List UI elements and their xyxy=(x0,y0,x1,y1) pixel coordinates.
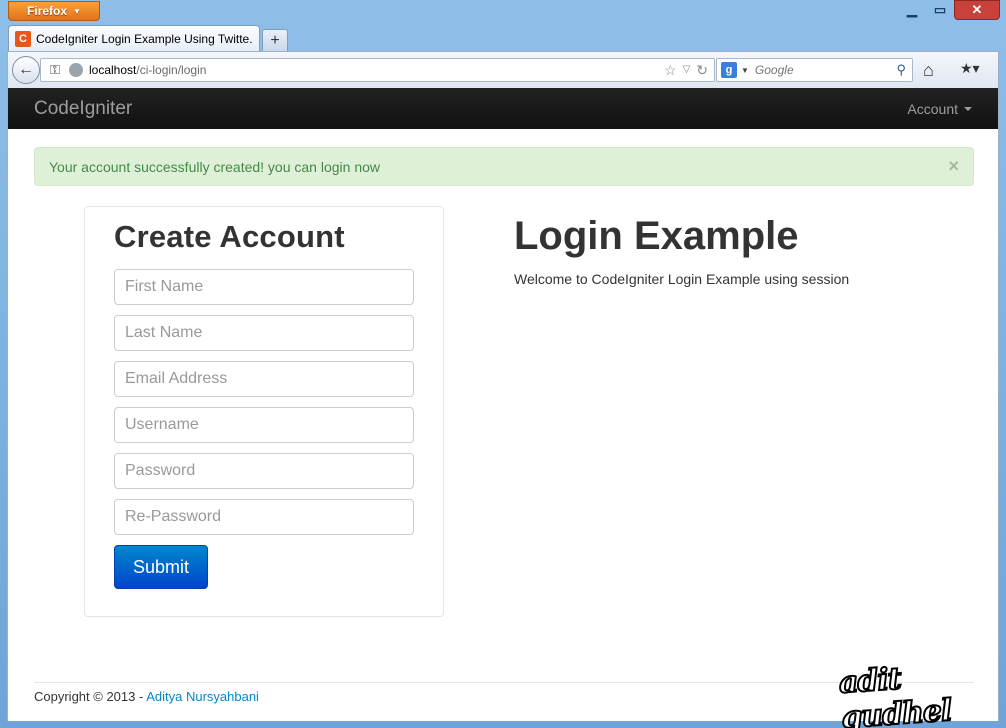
bookmarks-icon[interactable]: ★▾ xyxy=(960,60,980,77)
key-icon: ⚿ xyxy=(50,62,60,77)
firefox-menu-button[interactable]: Firefox ▼ xyxy=(8,1,100,21)
copyright-text: Copyright © 2013 - xyxy=(34,689,147,704)
search-input[interactable]: Google xyxy=(755,63,897,77)
author-link[interactable]: Aditya Nursyahbani xyxy=(146,689,259,704)
site-brand[interactable]: CodeIgniter xyxy=(34,98,132,120)
account-menu-label: Account xyxy=(907,100,958,117)
dropdown-arrow-icon[interactable]: ▽ xyxy=(683,62,691,79)
tab-title: CodeIgniter Login Example Using Twitte..… xyxy=(36,31,253,46)
url-bar[interactable]: ⚿ localhost /ci-login/login ☆ ▽ ↻ xyxy=(40,58,715,82)
intro-section: Login Example Welcome to CodeIgniter Log… xyxy=(514,214,849,287)
url-bar-actions: ☆ ▽ ↻ xyxy=(664,62,708,79)
account-menu[interactable]: Account xyxy=(907,101,972,117)
new-tab-button[interactable]: + xyxy=(262,29,288,51)
caret-down-icon xyxy=(964,106,972,111)
chevron-down-icon[interactable]: ▼ xyxy=(741,66,749,75)
window-controls: ▁ ▭ ✕ xyxy=(898,0,1000,20)
title-bar: Firefox ▼ ▁ ▭ ✕ xyxy=(0,0,1006,24)
minimize-icon[interactable]: ▁ xyxy=(898,0,926,20)
browser-toolbar: ← ⚿ localhost /ci-login/login ☆ ▽ ↻ g ▼ … xyxy=(7,51,999,88)
alert-message: Your account successfully created! you c… xyxy=(49,158,381,175)
page-viewport: CodeIgniter Account Your account success… xyxy=(7,88,999,721)
tab-active[interactable]: C CodeIgniter Login Example Using Twitte… xyxy=(8,25,260,51)
globe-icon xyxy=(69,63,83,77)
last-name-field[interactable]: Last Name xyxy=(114,315,414,351)
search-icon[interactable]: ⚲ xyxy=(896,62,906,78)
star-icon[interactable]: ☆ xyxy=(664,62,677,79)
close-icon[interactable]: × xyxy=(948,156,959,177)
re-password-field[interactable]: Re-Password xyxy=(114,499,414,535)
google-icon[interactable]: g xyxy=(721,62,737,78)
close-icon[interactable]: ✕ xyxy=(954,0,1000,20)
codeigniter-favicon-icon: C xyxy=(15,30,31,47)
search-bar[interactable]: g ▼ Google ⚲ xyxy=(716,58,913,82)
tab-strip: C CodeIgniter Login Example Using Twitte… xyxy=(8,25,288,51)
create-account-form: Create Account First Name Last Name Emai… xyxy=(84,206,444,617)
url-host: localhost xyxy=(89,63,137,77)
home-icon[interactable]: ⌂ xyxy=(923,60,934,81)
footer: Copyright © 2013 - Aditya Nursyahbani xyxy=(34,682,974,704)
back-arrow-icon[interactable]: ← xyxy=(12,56,40,84)
maximize-icon[interactable]: ▭ xyxy=(926,0,954,20)
first-name-field[interactable]: First Name xyxy=(114,269,414,305)
url-path: /ci-login/login xyxy=(136,63,207,77)
success-alert: Your account successfully created! you c… xyxy=(34,147,974,186)
form-title: Create Account xyxy=(114,219,345,254)
intro-text: Welcome to CodeIgniter Login Example usi… xyxy=(514,271,850,287)
username-field[interactable]: Username xyxy=(114,407,414,443)
reload-icon[interactable]: ↻ xyxy=(696,62,708,79)
password-field[interactable]: Password xyxy=(114,453,414,489)
email-field[interactable]: Email Address xyxy=(114,361,414,397)
site-navbar: CodeIgniter Account xyxy=(8,88,998,129)
watermark-signature: adit gudhel xyxy=(837,661,954,728)
chevron-down-icon: ▼ xyxy=(73,6,81,16)
submit-button[interactable]: Submit xyxy=(114,545,208,589)
browser-window: Firefox ▼ ▁ ▭ ✕ C CodeIgniter Login Exam… xyxy=(0,0,1006,728)
firefox-menu-label: Firefox xyxy=(27,4,68,18)
page-title: Login Example xyxy=(514,214,799,258)
